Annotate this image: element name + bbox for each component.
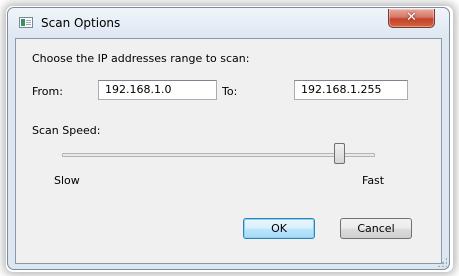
close-button[interactable]: ✕ <box>388 9 435 28</box>
scan-options-dialog: Scan Options ✕ Choose the IP addresses r… <box>7 7 450 270</box>
to-label: To: <box>222 85 238 98</box>
title-bar[interactable]: Scan Options ✕ <box>8 8 449 38</box>
scan-speed-slider-track[interactable] <box>62 153 375 157</box>
close-icon: ✕ <box>406 10 417 25</box>
range-instruction: Choose the IP addresses range to scan: <box>32 52 250 65</box>
to-ip-input[interactable]: 192.168.1.255 <box>294 80 408 100</box>
scan-speed-slider-thumb[interactable] <box>334 143 345 164</box>
window-title: Scan Options <box>41 16 121 30</box>
scan-speed-label: Scan Speed: <box>32 124 101 137</box>
cancel-button[interactable]: Cancel <box>340 218 412 239</box>
from-ip-input[interactable]: 192.168.1.0 <box>98 80 217 100</box>
dialog-content: Choose the IP addresses range to scan: F… <box>15 38 442 264</box>
fast-label: Fast <box>362 174 385 187</box>
ok-button[interactable]: OK <box>243 218 315 239</box>
app-window-icon <box>19 17 33 28</box>
slow-label: Slow <box>54 174 80 187</box>
from-label: From: <box>32 85 63 98</box>
